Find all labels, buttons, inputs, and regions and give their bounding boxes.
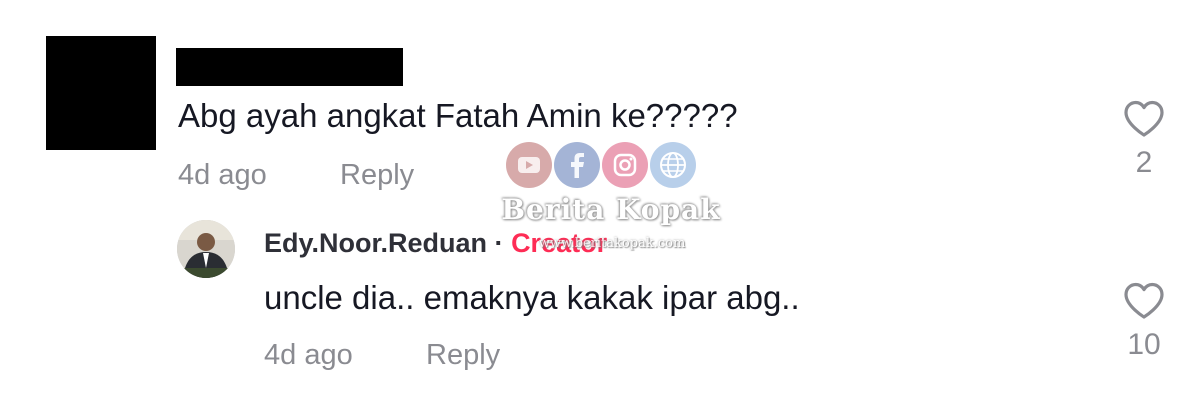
- comment-reply-button[interactable]: Reply: [340, 158, 414, 192]
- youtube-icon: [506, 142, 552, 188]
- reply-like-button[interactable]: 10: [1120, 282, 1168, 362]
- heart-outline-icon: [1124, 100, 1164, 137]
- commenter-avatar-redacted[interactable]: [46, 36, 156, 150]
- facebook-icon: [554, 142, 600, 188]
- reply-author-avatar[interactable]: [177, 220, 235, 278]
- comment-text: Abg ayah angkat Fatah Amin ke?????: [178, 97, 738, 134]
- reply-like-count: 10: [1127, 328, 1161, 361]
- reply-reply-button[interactable]: Reply: [426, 338, 500, 372]
- comment-like-button[interactable]: 2: [1120, 100, 1168, 180]
- avatar-photo: [177, 220, 235, 278]
- reply-text: uncle dia.. emaknya kakak ipar abg..: [264, 279, 800, 316]
- instagram-icon: [602, 142, 648, 188]
- reply-timestamp: 4d ago: [264, 339, 353, 371]
- reply-author-name[interactable]: Edy.Noor.Reduan: [264, 228, 487, 258]
- watermark: Berita Kopak www.beritakopak.com: [496, 138, 726, 268]
- watermark-url: www.beritakopak.com: [538, 236, 686, 251]
- commenter-name-redacted[interactable]: [176, 48, 403, 86]
- watermark-title: Berita Kopak: [501, 193, 721, 226]
- comment-timestamp: 4d ago: [178, 159, 267, 191]
- watermark-social-icons: [506, 138, 706, 192]
- comment-like-count: 2: [1135, 146, 1153, 179]
- heart-outline-icon: [1124, 282, 1164, 319]
- globe-icon: [650, 142, 696, 188]
